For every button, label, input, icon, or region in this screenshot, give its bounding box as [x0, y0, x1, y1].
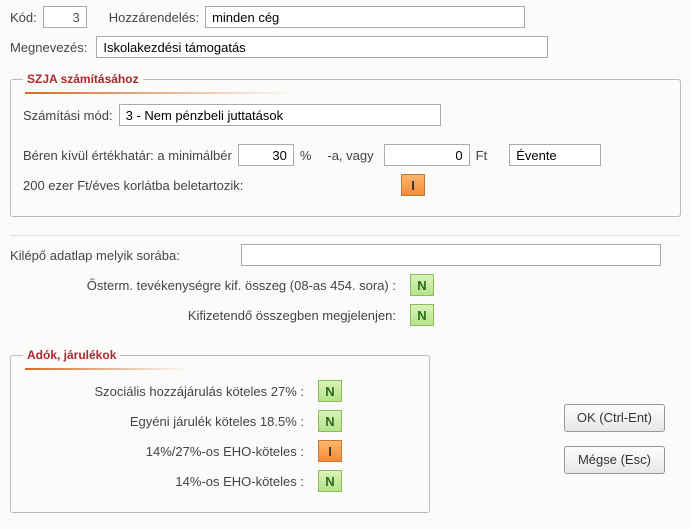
szamitasi-mod-label: Számítási mód: — [23, 108, 113, 123]
adok-row-label: Egyéni járulék köteles 18.5% : — [23, 414, 318, 429]
korlat-label: 200 ezer Ft/éves korlátba beletartozik: — [23, 178, 395, 193]
legend-underline — [25, 92, 412, 94]
adok-row-label: Szociális hozzájárulás köteles 27% : — [23, 384, 318, 399]
periodus-input[interactable] — [509, 144, 601, 166]
beren-percent-input[interactable] — [238, 144, 294, 166]
cancel-button[interactable]: Mégse (Esc) — [564, 446, 665, 474]
osterm-label: Ősterm. tevékenységre kif. összeg (08-as… — [10, 278, 410, 293]
megjelenjen-toggle[interactable]: N — [410, 304, 434, 326]
korlat-toggle[interactable]: I — [401, 174, 425, 196]
beren-kivul-label: Béren kívül értékhatár: a minimálbér — [23, 148, 232, 163]
adok-row-toggle[interactable]: N — [318, 410, 342, 432]
adok-row-toggle[interactable]: I — [318, 440, 342, 462]
hozzarendeles-label: Hozzárendelés: — [109, 10, 199, 25]
szamitasi-mod-input[interactable] — [119, 104, 441, 126]
percent-unit: % — [300, 148, 312, 163]
beren-middle-text: -a, vagy — [327, 148, 373, 163]
ok-button[interactable]: OK (Ctrl-Ent) — [564, 404, 665, 432]
osterm-toggle[interactable]: N — [410, 274, 434, 296]
kilepo-input[interactable] — [241, 244, 661, 266]
adok-row-label: 14%-os EHO-köteles : — [23, 474, 318, 489]
adok-row-toggle[interactable]: N — [318, 380, 342, 402]
adok-row-label: 14%/27%-os EHO-köteles : — [23, 444, 318, 459]
megnevezes-label: Megnevezés: — [10, 40, 87, 55]
hozzarendeles-input[interactable] — [205, 6, 525, 28]
megjelenjen-label: Kifizetendő összegben megjelenjen: — [10, 308, 410, 323]
kod-input — [43, 6, 87, 28]
kilepo-label: Kilépő adatlap melyik sorába: — [10, 248, 235, 263]
separator — [10, 235, 681, 236]
szja-legend: SZJA számításához — [23, 72, 143, 86]
adok-row-toggle[interactable]: N — [318, 470, 342, 492]
megnevezes-input[interactable] — [96, 36, 548, 58]
adok-legend: Adók, járulékok — [23, 348, 120, 362]
szja-fieldset: SZJA számításához Számítási mód: Béren k… — [10, 72, 681, 217]
beren-amount-input[interactable] — [384, 144, 470, 166]
ft-unit: Ft — [476, 148, 488, 163]
kod-label: Kód: — [10, 10, 37, 25]
adok-fieldset: Adók, járulékok Szociális hozzájárulás k… — [10, 348, 430, 513]
legend-underline-2 — [25, 368, 261, 370]
